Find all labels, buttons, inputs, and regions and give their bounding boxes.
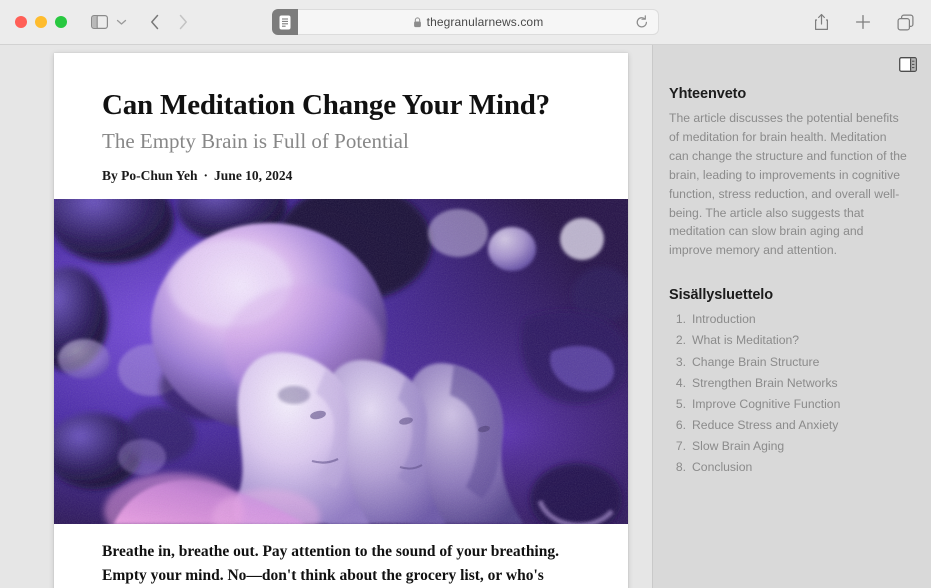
toc-item-number: 3. xyxy=(675,354,686,369)
reload-icon xyxy=(635,15,649,30)
toc-item-label: Change Brain Structure xyxy=(692,354,820,369)
sidebar-right-icon xyxy=(899,57,917,72)
browser-window: thegranularnews.com Can Meditation Chang… xyxy=(0,0,931,588)
toc-item[interactable]: 3. Change Brain Structure xyxy=(669,352,909,373)
new-tab-button[interactable] xyxy=(849,9,877,35)
sidebar-dropdown-button[interactable] xyxy=(113,9,129,35)
back-button[interactable] xyxy=(141,9,169,35)
toc-item-label: Introduction xyxy=(692,312,756,327)
tab-overview-button[interactable] xyxy=(891,9,919,35)
hero-artwork xyxy=(54,199,628,524)
sidebar-content: Yhteenveto The article discusses the pot… xyxy=(653,72,931,479)
toc-item-number: 5. xyxy=(675,396,686,411)
toc-item-number: 6. xyxy=(675,418,686,433)
summary-heading: Yhteenveto xyxy=(669,86,747,102)
plus-icon xyxy=(855,14,871,30)
toc-item[interactable]: 4. Strengthen Brain Networks xyxy=(669,373,909,394)
toc-item-number: 4. xyxy=(675,375,686,390)
toc-item-label: Slow Brain Aging xyxy=(692,439,785,454)
chevron-right-icon xyxy=(178,14,188,30)
toc-item[interactable]: 6. Reduce Stress and Anxiety xyxy=(669,415,909,436)
byline-date: June 10, 2024 xyxy=(214,167,293,183)
reader-sidebar: Yhteenveto The article discusses the pot… xyxy=(652,45,931,588)
content-area: Can Meditation Change Your Mind? The Emp… xyxy=(0,45,931,588)
share-icon xyxy=(814,13,829,31)
toc-item[interactable]: 7. Slow Brain Aging xyxy=(669,436,909,457)
reader-view-icon xyxy=(279,15,291,30)
article-byline: By Po-Chun Yeh · June 10, 2024 xyxy=(102,168,580,184)
sidebar-panel-toggle-button[interactable] xyxy=(899,57,917,72)
toc-item[interactable]: 2. What is Meditation? xyxy=(669,330,909,351)
toc-item[interactable]: 5. Improve Cognitive Function xyxy=(669,394,909,415)
toc-item-label: Strengthen Brain Networks xyxy=(692,375,838,390)
toc-item-number: 7. xyxy=(675,439,686,454)
reader-view-button[interactable] xyxy=(272,9,298,35)
toc-item[interactable]: 8. Conclusion xyxy=(669,457,909,478)
address-bar[interactable]: thegranularnews.com xyxy=(296,9,659,35)
browser-toolbar: thegranularnews.com xyxy=(0,0,931,45)
url-text: thegranularnews.com xyxy=(426,15,544,29)
toc-item-label: Improve Cognitive Function xyxy=(692,396,841,411)
toc-item[interactable]: 1. Introduction xyxy=(669,309,909,330)
zoom-window-button[interactable] xyxy=(55,16,67,28)
article-lead-paragraph: Breathe in, breathe out. Pay attention t… xyxy=(102,543,559,584)
tab-overview-icon xyxy=(897,14,914,31)
article-subtitle: The Empty Brain is Full of Potential xyxy=(102,129,409,154)
sidebar-icon xyxy=(90,15,108,29)
toolbar-right-actions xyxy=(807,9,919,35)
reader-article-card: Can Meditation Change Your Mind? The Emp… xyxy=(54,53,628,588)
byline-separator: · xyxy=(203,167,209,183)
sidebar-toggle-row xyxy=(653,45,931,72)
byline-author: By Po-Chun Yeh xyxy=(102,167,198,183)
article-title: Can Meditation Change Your Mind? xyxy=(102,89,550,121)
reload-button[interactable] xyxy=(635,15,649,30)
article-hero-image xyxy=(54,199,628,524)
summary-text: The article discusses the potential bene… xyxy=(669,111,907,258)
toc-item-number: 2. xyxy=(675,333,686,348)
toc-item-label: Reduce Stress and Anxiety xyxy=(692,418,839,433)
toc-heading: Sisällysluettelo xyxy=(669,287,773,304)
table-of-contents: 1. Introduction 2. What is Meditation? 3… xyxy=(669,309,909,478)
toc-item-number: 8. xyxy=(675,460,686,475)
sidebar-toggle-button[interactable] xyxy=(85,9,113,35)
chevron-down-icon xyxy=(116,18,127,26)
close-window-button[interactable] xyxy=(15,16,27,28)
article-header: Can Meditation Change Your Mind? The Emp… xyxy=(54,53,628,184)
forward-button[interactable] xyxy=(169,9,197,35)
toc-item-label: Conclusion xyxy=(692,460,753,475)
lock-icon xyxy=(413,16,422,28)
chevron-left-icon xyxy=(150,14,160,30)
toc-item-number: 1. xyxy=(675,312,686,327)
url-group: thegranularnews.com xyxy=(413,15,544,29)
minimize-window-button[interactable] xyxy=(35,16,47,28)
toc-item-label: What is Meditation? xyxy=(692,333,800,348)
share-button[interactable] xyxy=(807,9,835,35)
window-controls xyxy=(15,16,67,28)
address-bar-container: thegranularnews.com xyxy=(272,9,659,35)
